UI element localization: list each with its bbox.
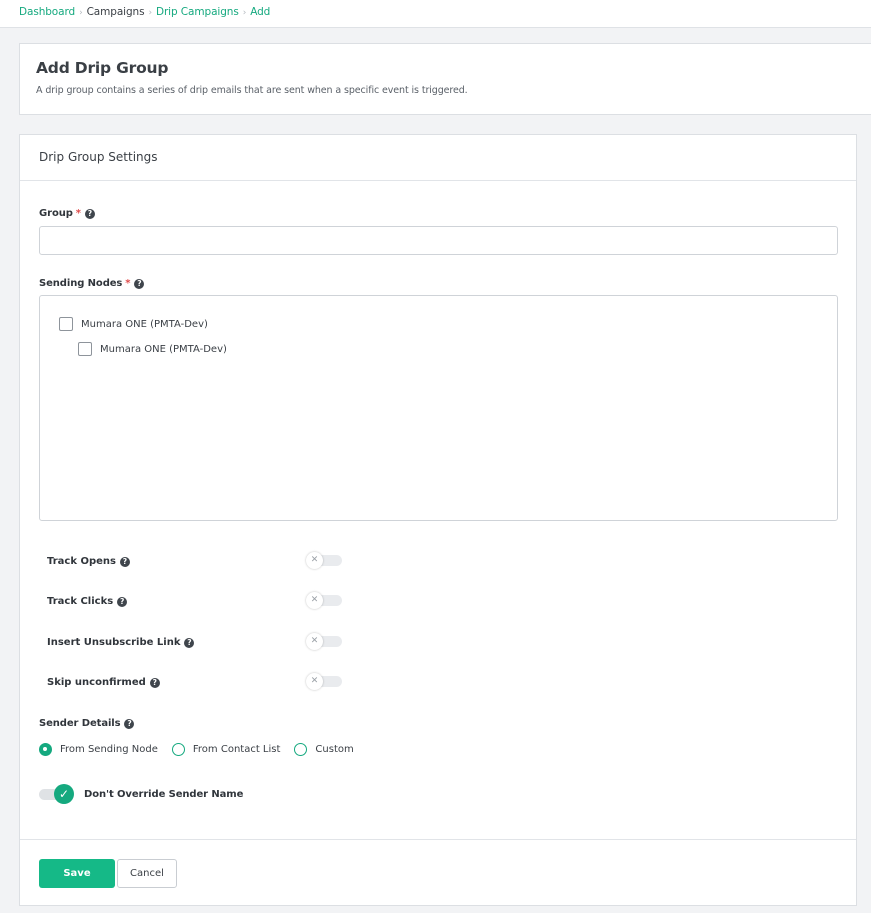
group-input[interactable] xyxy=(39,226,838,255)
x-icon: ✕ xyxy=(306,592,323,609)
dont-override-sender-name-label: Don't Override Sender Name xyxy=(84,789,244,800)
breadcrumb-dashboard[interactable]: Dashboard xyxy=(19,6,75,18)
sending-nodes-tree: Mumara ONE (PMTA-Dev) Mumara ONE (PMTA-D… xyxy=(39,295,838,521)
x-icon: ✕ xyxy=(306,552,323,569)
settings-card-header: Drip Group Settings xyxy=(20,135,856,181)
node-label: Mumara ONE (PMTA-Dev) xyxy=(81,318,208,330)
x-icon: ✕ xyxy=(306,673,323,690)
toggle-label-text: Track Clicks xyxy=(47,596,114,607)
sender-details-label: Sender Details? xyxy=(39,718,135,729)
cancel-button[interactable]: Cancel xyxy=(117,859,177,888)
node-label: Mumara ONE (PMTA-Dev) xyxy=(100,343,227,355)
save-button[interactable]: Save xyxy=(39,859,115,888)
question-circle-icon[interactable]: ? xyxy=(119,557,130,567)
node-item-child[interactable]: Mumara ONE (PMTA-Dev) xyxy=(78,342,227,356)
radio-label[interactable]: From Contact List xyxy=(193,744,281,755)
radio-label[interactable]: Custom xyxy=(315,744,353,755)
question-circle-icon[interactable]: ? xyxy=(149,678,160,688)
breadcrumb-separator: › xyxy=(79,8,83,18)
question-circle-icon[interactable]: ? xyxy=(134,279,145,289)
breadcrumb-add: Add xyxy=(250,6,271,18)
dont-override-sender-name-toggle[interactable]: ✓ xyxy=(39,784,76,804)
toggle-label-text: Skip unconfirmed xyxy=(47,677,146,688)
question-circle-icon[interactable]: ? xyxy=(124,719,135,729)
skip-unconfirmed-label: Skip unconfirmed? xyxy=(47,677,160,688)
sending-nodes-label-text: Sending Nodes xyxy=(39,278,123,289)
top-bar: Dashboard › Campaigns › Drip Campaigns › Add xyxy=(0,0,871,28)
node-item-parent[interactable]: Mumara ONE (PMTA-Dev) xyxy=(59,317,208,331)
radio-from-sending-node[interactable] xyxy=(39,743,52,756)
footer-divider xyxy=(20,839,856,840)
required-mark: * xyxy=(125,278,131,289)
breadcrumb-separator: › xyxy=(242,8,247,18)
radio-from-contact-list[interactable] xyxy=(171,743,185,756)
radio-custom[interactable] xyxy=(294,743,308,756)
breadcrumb-campaigns[interactable]: Campaigns xyxy=(87,6,145,18)
insert-unsubscribe-link-toggle[interactable]: ✕ xyxy=(306,633,343,650)
track-opens-toggle[interactable]: ✕ xyxy=(306,552,343,569)
page-header-card: Add Drip Group A drip group contains a s… xyxy=(19,43,871,115)
toggle-label-text: Track Opens xyxy=(47,556,116,567)
check-icon: ✓ xyxy=(54,784,74,804)
required-mark: * xyxy=(75,208,81,219)
breadcrumb: Dashboard › Campaigns › Drip Campaigns › Add xyxy=(19,6,270,18)
page-title: Add Drip Group xyxy=(36,59,169,77)
node-checkbox[interactable] xyxy=(78,342,92,356)
insert-unsubscribe-link-label: Insert Unsubscribe Link? xyxy=(47,637,195,648)
breadcrumb-drip-campaigns[interactable]: Drip Campaigns xyxy=(156,6,239,18)
skip-unconfirmed-toggle[interactable]: ✕ xyxy=(306,673,343,690)
question-circle-icon[interactable]: ? xyxy=(117,597,128,607)
sender-details-radio-group: From Sending Node From Contact List Cust… xyxy=(39,743,368,756)
page-description: A drip group contains a series of drip e… xyxy=(36,85,468,96)
node-checkbox[interactable] xyxy=(59,317,73,331)
group-label-text: Group xyxy=(39,208,73,219)
breadcrumb-separator: › xyxy=(148,8,152,18)
group-label: Group *? xyxy=(39,208,95,219)
drip-group-settings-card: Drip Group Settings Group *? Sending Node… xyxy=(19,134,857,906)
question-circle-icon[interactable]: ? xyxy=(184,638,195,648)
sender-details-label-text: Sender Details xyxy=(39,718,121,729)
radio-label[interactable]: From Sending Node xyxy=(60,744,158,755)
track-clicks-toggle[interactable]: ✕ xyxy=(306,592,343,609)
question-circle-icon[interactable]: ? xyxy=(84,209,95,219)
track-clicks-label: Track Clicks? xyxy=(47,596,128,607)
toggle-label-text: Insert Unsubscribe Link xyxy=(47,637,181,648)
settings-title: Drip Group Settings xyxy=(39,150,158,164)
track-opens-label: Track Opens? xyxy=(47,556,130,567)
sending-nodes-label: Sending Nodes *? xyxy=(39,278,145,289)
x-icon: ✕ xyxy=(306,633,323,650)
